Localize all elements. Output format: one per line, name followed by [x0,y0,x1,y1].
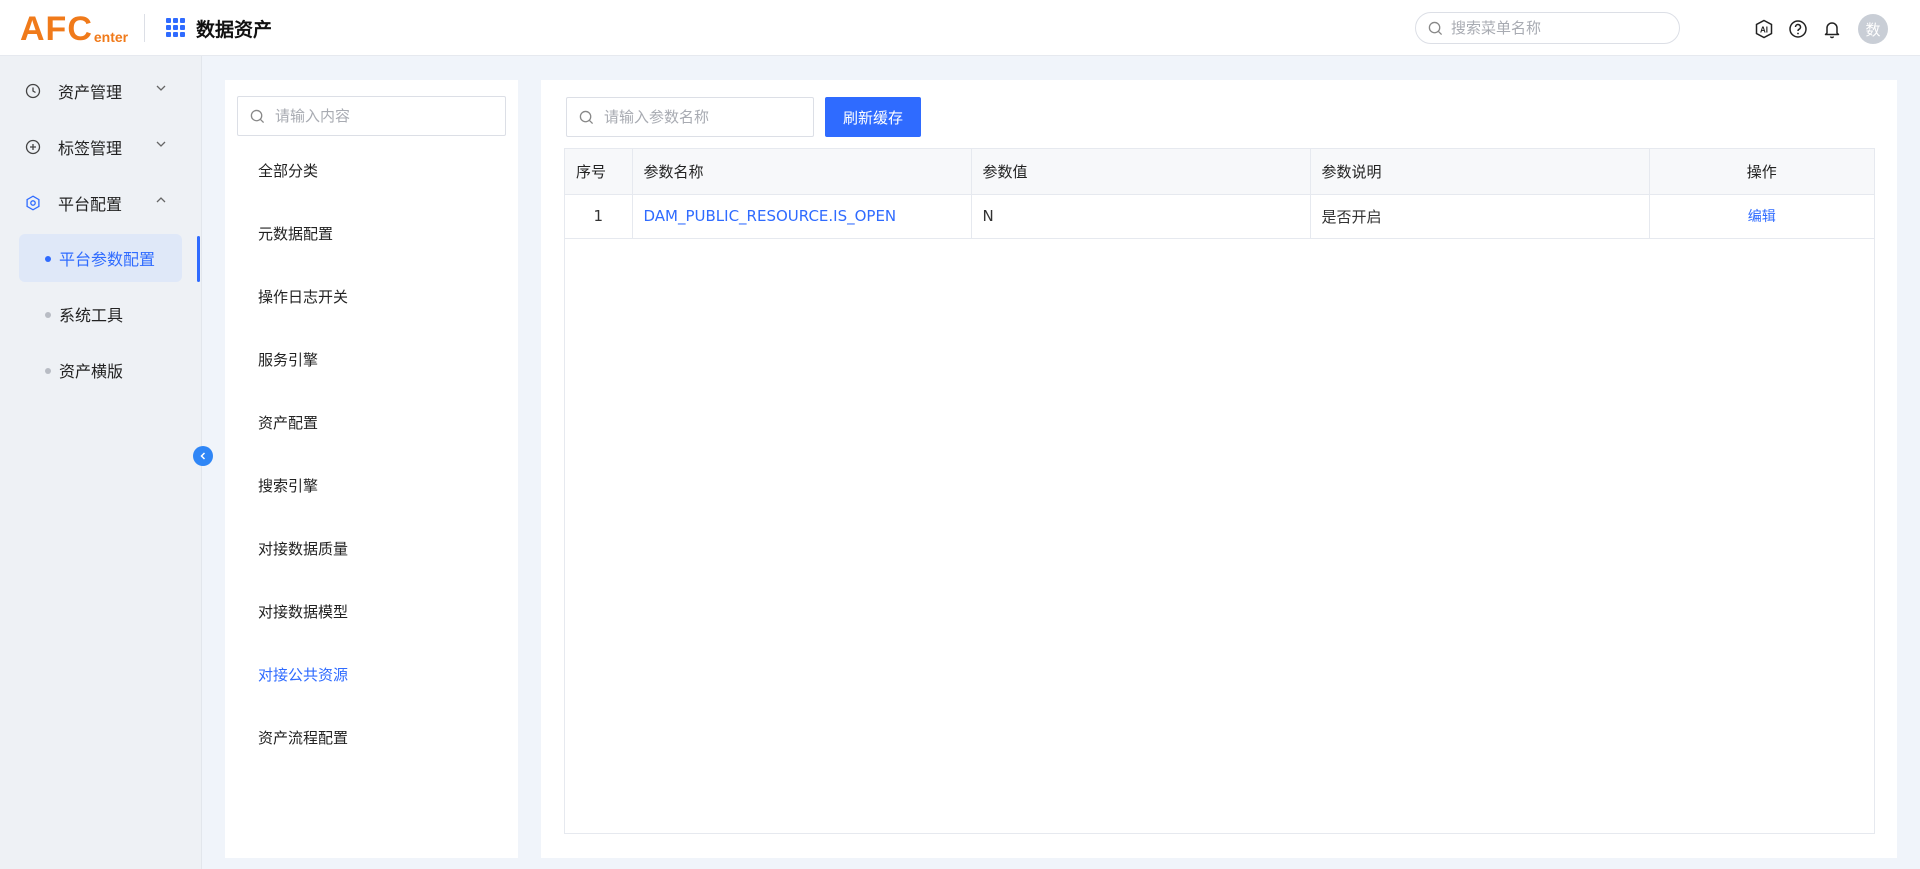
cell-action: 编辑 [1649,194,1874,239]
bullet-dot [45,256,51,262]
sidebar-item-system-tools[interactable]: 系统工具 [19,290,182,338]
bullet-dot [45,368,51,374]
sidebar-item-label: 系统工具 [59,306,124,325]
category-search-input[interactable] [275,107,495,125]
category-item[interactable]: 资产配置 [258,412,318,433]
category-item[interactable]: 资产流程配置 [258,727,348,748]
chevron-down-icon [156,85,166,91]
search-icon [1428,21,1443,35]
clock-icon [25,83,41,99]
menu-search-input[interactable] [1451,19,1651,37]
column-header-name: 参数名称 [632,149,972,195]
active-indicator [197,236,200,282]
sidebar-group-tag-management[interactable]: 标签管理 [0,127,202,167]
cell-index: 1 [565,194,633,239]
cell-param-desc: 是否开启 [1310,194,1650,239]
help-icon[interactable] [1786,17,1810,41]
params-table: 序号 参数名称 参数值 参数说明 操作 1 DAM_PUBLIC_RESOURC… [564,148,1875,834]
sidebar-item-asset-template[interactable]: 资产横版 [19,346,182,394]
column-header-action: 操作 [1649,149,1874,195]
bullet-dot [45,312,51,318]
sidebar-group-platform-config[interactable]: 平台配置 [0,183,202,223]
sidebar: 资产管理 标签管理 平台配置 平台参数配置 系统工具 资产横版 [0,56,213,869]
settings-icon [26,195,40,211]
cell-param-name[interactable]: DAM_PUBLIC_RESOURCE.IS_OPEN [632,194,972,239]
sidebar-group-label: 资产管理 [58,83,123,102]
category-panel: 全部分类 元数据配置 操作日志开关 服务引擎 资产配置 搜索引擎 对接数据质量 … [225,80,518,858]
bell-icon[interactable] [1820,17,1844,41]
afc-logo[interactable]: AFC enter [20,10,128,46]
user-avatar[interactable]: 数 [1858,14,1888,44]
menu-search-box[interactable] [1415,12,1680,44]
table-header-row: 序号 参数名称 参数值 参数说明 操作 [565,149,1874,195]
logo-main-text: AFC [20,10,93,48]
plus-circle-icon [25,139,41,155]
search-icon [250,109,265,123]
category-item[interactable]: 对接数据质量 [258,538,348,559]
table-row: 1 DAM_PUBLIC_RESOURCE.IS_OPEN N 是否开启 编辑 [565,194,1874,239]
category-item[interactable]: 操作日志开关 [258,286,348,307]
avatar-text: 数 [1865,20,1881,39]
cell-param-value: N [971,194,1311,239]
sidebar-item-platform-params[interactable]: 平台参数配置 [19,234,182,282]
logo-sub-text: enter [93,29,129,45]
sidebar-group-label: 标签管理 [58,139,123,158]
chevron-left-icon [200,452,206,460]
sidebar-group-label: 平台配置 [58,195,123,214]
app-title[interactable]: 数据资产 [166,14,272,42]
category-item[interactable]: 元数据配置 [258,223,333,244]
category-item[interactable]: 服务引擎 [258,349,318,370]
app-grid-icon[interactable] [166,18,186,38]
refresh-cache-button[interactable]: 刷新缓存 [825,97,921,137]
column-header-desc: 参数说明 [1310,149,1650,195]
category-item[interactable]: 搜索引擎 [258,475,318,496]
edit-link[interactable]: 编辑 [1748,209,1776,225]
app-title-text: 数据资产 [196,18,273,41]
svg-text:AI: AI [1760,26,1768,35]
param-search-input[interactable] [604,108,804,126]
sidebar-group-asset-management[interactable]: 资产管理 [0,71,202,111]
ai-icon[interactable]: AI [1752,17,1776,41]
chevron-down-icon [156,141,166,147]
sidebar-item-label: 资产横版 [59,362,124,381]
header-divider [144,14,145,42]
sidebar-item-label: 平台参数配置 [59,250,156,269]
top-header: AFC enter 数据资产 AI 数 [0,0,1920,56]
chevron-up-icon [156,197,166,203]
param-search-box[interactable] [566,97,814,137]
column-header-index: 序号 [565,149,633,195]
column-header-value: 参数值 [971,149,1311,195]
params-panel: 刷新缓存 序号 参数名称 参数值 参数说明 操作 1 DAM_PUBLIC_RE… [541,80,1897,858]
search-icon [579,110,594,124]
category-item[interactable]: 全部分类 [258,160,318,181]
category-item[interactable]: 对接数据模型 [258,601,348,622]
category-item-selected[interactable]: 对接公共资源 [258,664,348,685]
header-icons: AI 数 [1752,14,1888,44]
category-search-box[interactable] [237,96,506,136]
sidebar-collapse-button[interactable] [193,446,213,466]
